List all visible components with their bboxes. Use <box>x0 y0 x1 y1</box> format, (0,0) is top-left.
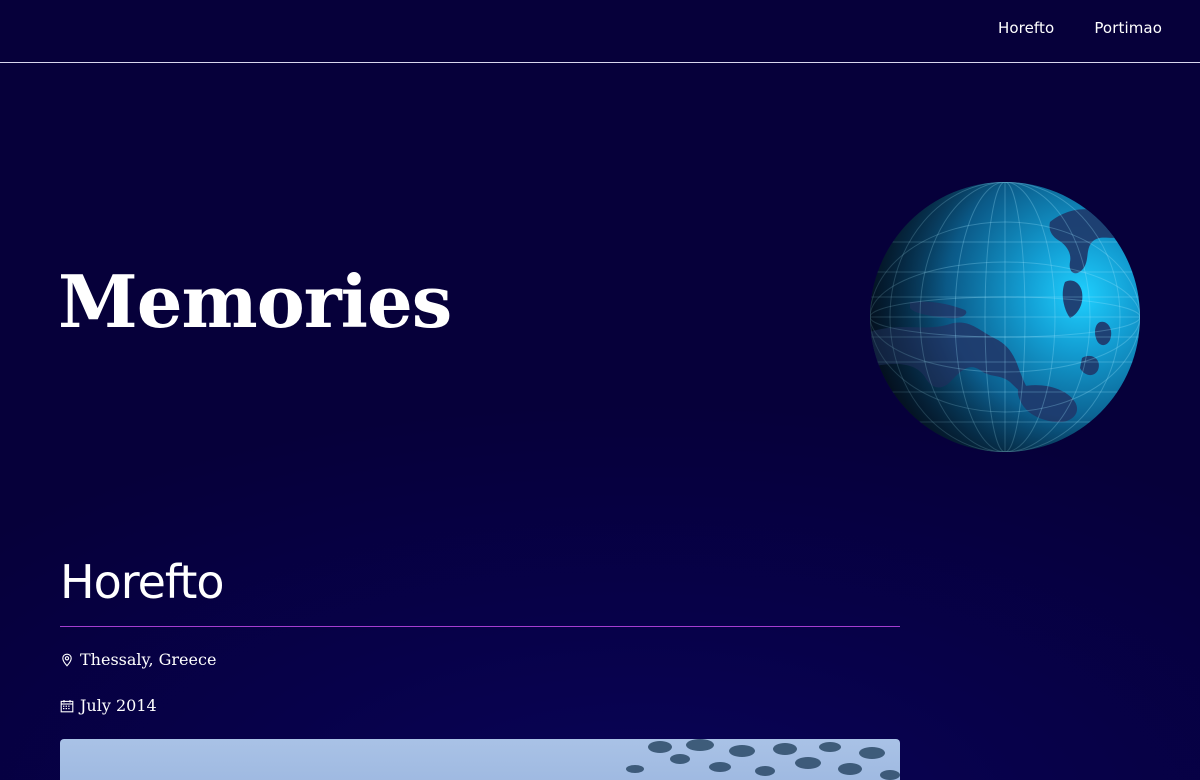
page-title: Memories <box>58 259 452 344</box>
nav-link-portimao[interactable]: Portimao <box>1094 19 1162 37</box>
photo-foliage <box>626 739 900 780</box>
date-text: July 2014 <box>80 696 157 715</box>
nav-links: Horefto Portimao <box>998 19 1162 37</box>
calendar-icon <box>60 699 74 712</box>
globe-icon <box>870 182 1140 452</box>
top-navigation: Horefto Portimao <box>0 0 1200 63</box>
entry-title: Horefto <box>60 555 225 609</box>
map-pin-icon <box>62 653 72 667</box>
nav-link-horefto[interactable]: Horefto <box>998 19 1054 37</box>
divider <box>60 626 900 627</box>
entry-date: July 2014 <box>60 696 157 715</box>
entry-photo <box>60 739 900 780</box>
entry-location: Thessaly, Greece <box>60 650 216 669</box>
location-text: Thessaly, Greece <box>80 650 217 669</box>
